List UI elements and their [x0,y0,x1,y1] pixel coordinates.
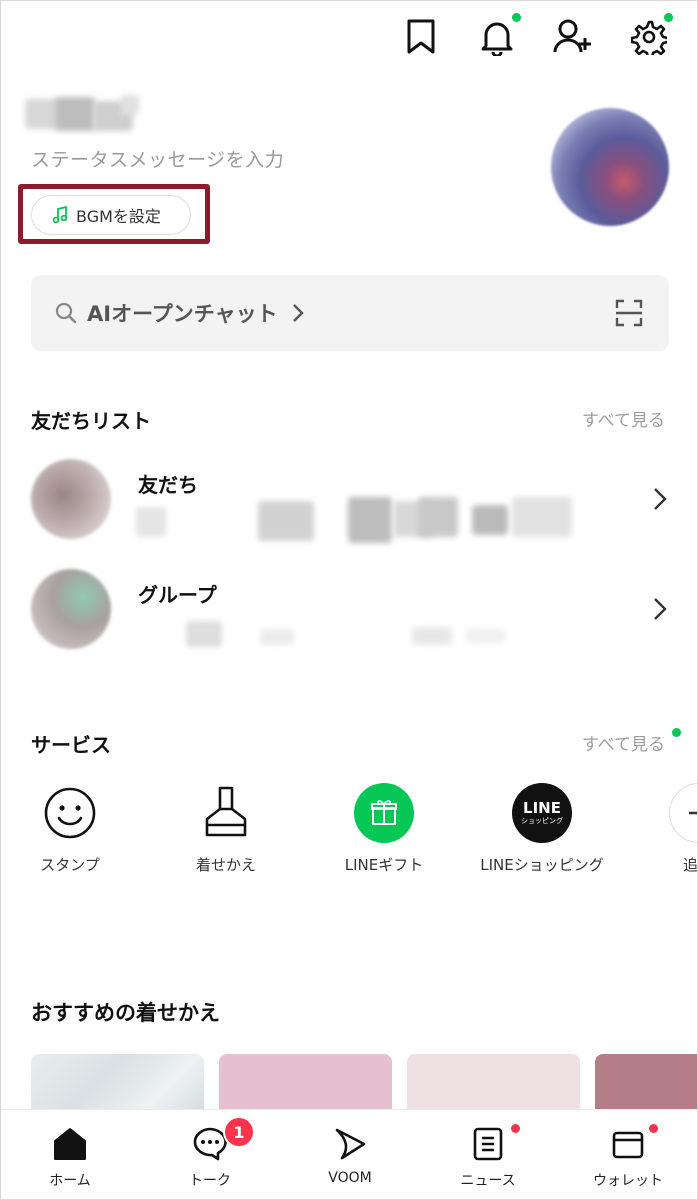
tab-talk[interactable]: 1 トーク [155,1116,265,1190]
chevron-right-icon [654,598,667,620]
service-stamp[interactable]: スタンプ [1,783,145,875]
wallet-dot [649,1124,658,1133]
wallet-icon [612,1131,644,1159]
profile-name-blurred[interactable] [21,93,143,139]
tab-wallet[interactable]: ウォレット [573,1124,683,1190]
brush-icon [205,786,247,837]
service-label: スタンプ [40,856,100,874]
services-section-title: サービス [31,733,111,757]
tab-news[interactable]: ニュース [433,1124,543,1190]
voom-icon [335,1128,366,1160]
tab-home[interactable]: ホーム [15,1124,125,1190]
highlight-box [18,184,210,244]
tab-label: ホーム [49,1173,91,1189]
home-icon [54,1128,86,1160]
bell-icon [481,22,513,56]
smiley-icon [44,787,96,839]
unread-badge: 1 [223,1116,255,1148]
news-icon [473,1127,503,1161]
notifications-button[interactable] [477,13,521,59]
groups-avatar [31,569,111,649]
friends-see-all-link[interactable]: すべて見る [582,406,665,431]
line-shopping-icon: LINE ショッピング [512,783,572,843]
status-message-input[interactable]: ステータスメッセージを入力 [31,145,284,172]
friends-section-title: 友だちリスト [31,409,151,433]
friends-preview-blurred [136,497,586,545]
friends-row-label: 友だち [138,473,198,497]
service-line-shopping[interactable]: LINE ショッピング LINEショッピング [467,783,617,875]
search-bar[interactable]: AIオープンチャット [31,275,669,351]
service-label: 追 [683,856,698,874]
tab-label: トーク [189,1173,231,1189]
profile-avatar[interactable] [551,108,669,226]
settings-dot [664,13,673,22]
services-see-all-link[interactable]: すべて見る [582,730,665,755]
themes-section-title: おすすめの着せかえ [31,1001,220,1025]
line-shopping-logo-text: LINE [523,798,561,817]
settings-button[interactable] [629,13,673,59]
gear-icon [631,20,667,55]
add-friend-icon [553,19,591,53]
service-theme[interactable]: 着せかえ [151,783,301,875]
news-dot [511,1124,520,1133]
groups-preview-blurred [136,607,586,655]
groups-row[interactable]: グループ [1,569,697,669]
search-icon [55,302,77,324]
chevron-right-icon [654,488,667,510]
bottom-tab-bar: ホーム 1 トーク VOOM ニュース ウォレット [1,1109,697,1199]
services-row: スタンプ 着せかえ LINEギフト LINE ショッピング LINEショッピング… [1,783,698,903]
groups-row-label: グループ [138,583,217,607]
chevron-right-icon [292,304,304,322]
tab-voom[interactable]: VOOM [295,1124,405,1186]
tab-label: ニュース [460,1173,516,1189]
service-label: 着せかえ [195,856,256,874]
add-friend-button[interactable] [553,15,593,59]
search-label: AIオープンチャット [87,302,278,326]
friends-row[interactable]: 友だち [1,459,697,559]
tab-label: ウォレット [593,1173,663,1189]
header-icons [401,13,673,59]
services-new-dot [672,728,681,737]
add-icon [669,783,697,843]
service-add[interactable]: 追 [625,783,698,875]
service-label: LINEショッピング [480,856,604,874]
notification-dot [512,13,521,22]
service-line-gift[interactable]: LINEギフト [309,783,459,875]
bookmark-button[interactable] [401,15,441,59]
bookmark-icon [407,19,435,54]
line-shopping-logo-subtext: ショッピング [521,816,563,825]
home-screen: ステータスメッセージを入力 BGMを設定 AIオープンチャット 友だちリスト す… [0,0,698,1200]
gift-icon [354,783,414,843]
qr-scan-button[interactable] [615,299,643,331]
friends-avatar [31,459,111,539]
tab-label: VOOM [328,1170,372,1186]
service-label: LINEギフト [344,856,424,874]
scan-icon [615,299,643,327]
